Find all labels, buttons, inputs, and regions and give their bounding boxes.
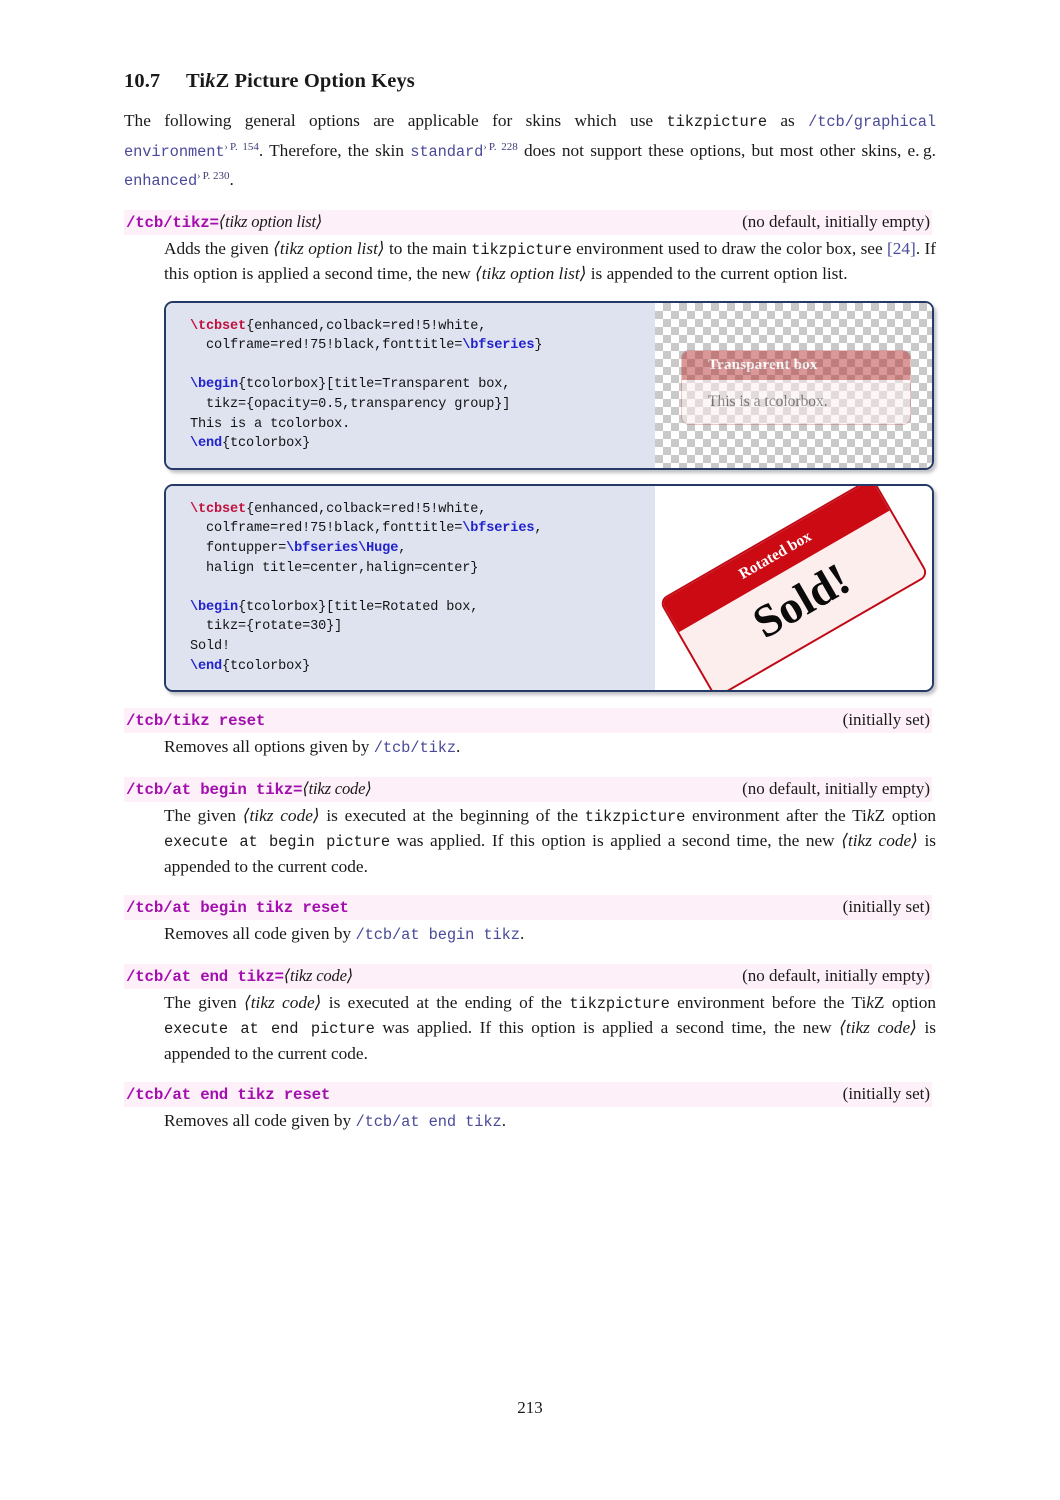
option-row-at-end-tikz-reset: /tcb/at end tikz reset (initially set) [124, 1082, 932, 1108]
option-default-tikz: (no default, initially empty) [742, 211, 930, 231]
option-desc-at-begin-tikz: The given ⟨tikz code⟩ is executed at the… [164, 805, 936, 876]
arg-tikz-option-list-1: ⟨tikz option list⟩ [273, 238, 385, 258]
page-content: 10.7 TikZ Picture Option Keys The follow… [124, 70, 936, 1135]
intro-text-2: as [766, 111, 809, 130]
tikz-logo-k: k [866, 805, 875, 825]
example-result-panel: Rotated box Sold! [655, 485, 932, 691]
option-key-at-begin-tikz[interactable]: /tcb/at begin tikz=⟨tikz code⟩ [126, 779, 372, 799]
arg-tikz-code-2: ⟨tikz code⟩ [839, 1018, 917, 1038]
arg-tikz-code-1: ⟨tikz code⟩ [242, 805, 320, 825]
arg-tikz-code-1: ⟨tikz code⟩ [243, 992, 322, 1012]
code-tikzpicture: tikzpicture [471, 240, 572, 259]
example-code-panel: \tcbset{enhanced,colback=red!5!white, co… [166, 302, 655, 468]
intro-text-1: The following general options are applic… [124, 111, 667, 130]
option-row-at-begin-tikz-reset: /tcb/at begin tikz reset (initially set) [124, 895, 932, 921]
option-desc-tikz: Adds the given ⟨tikz option list⟩ to the… [164, 238, 937, 284]
section-title: TikZ Picture Option Keys [186, 70, 415, 92]
link-enhanced[interactable]: enhanced [124, 172, 197, 190]
section-number: 10.7 [124, 70, 161, 92]
example-code-panel: \tcbset{enhanced,colback=red!5!white, co… [166, 485, 655, 691]
option-default-at-end-tikz: (no default, initially empty) [742, 965, 930, 985]
citation-24[interactable]: [24] [887, 239, 916, 258]
option-default-at-begin-tikz-reset: (initially set) [842, 897, 930, 917]
example-result-panel: Transparent box This is a tcolorbox. [655, 302, 932, 468]
intro-text-4: does not support these options, but most… [517, 140, 936, 160]
intro-text-3: . Therefore, the skin [258, 140, 411, 160]
arg-tikz-option-list-2: ⟨tikz option list⟩ [475, 264, 587, 284]
code-tikzpicture: tikzpicture [569, 994, 670, 1013]
option-default-tikz-reset: (initially set) [842, 710, 930, 730]
link-tcb-at-end-tikz[interactable]: /tcb/at end tikz [356, 1113, 502, 1131]
rendered-rotated-tcolorbox: Rotated box Sold! [657, 485, 930, 691]
rendered-transparent-tcolorbox: Transparent box This is a tcolorbox. [681, 349, 911, 425]
link-tcb-tikz[interactable]: /tcb/tikz [374, 739, 456, 757]
option-desc-at-end-tikz: The given ⟨tikz code⟩ is executed at the… [164, 992, 936, 1063]
intro-text-5: . [229, 170, 234, 190]
page-ref-154[interactable]: › P. 154 [225, 141, 259, 153]
option-row-at-begin-tikz: /tcb/at begin tikz=⟨tikz code⟩ (no defau… [124, 776, 932, 802]
tikz-logo-k: k [866, 992, 874, 1012]
page-number: 213 [517, 1398, 543, 1417]
code-execute-at-end-picture: execute at end picture [164, 1020, 375, 1039]
example-code-listing: \tcbset{enhanced,colback=red!5!white, co… [190, 318, 543, 452]
example-box-rotated: \tcbset{enhanced,colback=red!5!white, co… [164, 483, 934, 693]
option-key-at-begin-tikz-reset[interactable]: /tcb/at begin tikz reset [126, 899, 349, 917]
tcolorbox-body: This is a tcolorbox. [682, 379, 910, 424]
example-code-listing: \tcbset{enhanced,colback=red!5!white, co… [190, 501, 543, 674]
code-execute-at-begin-picture: execute at begin picture [164, 833, 391, 852]
example-box-transparent: \tcbset{enhanced,colback=red!5!white, co… [164, 300, 934, 470]
option-desc-at-begin-tikz-reset: Removes all code given by /tcb/at begin … [164, 924, 525, 945]
option-desc-at-end-tikz-reset: Removes all code given by /tcb/at end ti… [164, 1111, 507, 1132]
arg-tikz-code-2: ⟨tikz code⟩ [841, 831, 918, 851]
intro-code-tikzpicture: tikzpicture [666, 113, 767, 131]
option-row-at-end-tikz: /tcb/at end tikz=⟨tikz code⟩ (no default… [124, 963, 932, 989]
rotated-wrapper: Rotated box Sold! [657, 485, 930, 691]
document-page: 10.7 TikZ Picture Option Keys The follow… [0, 0, 1060, 1500]
page-ref-230[interactable]: › P. 230 [197, 170, 229, 182]
intro-paragraph: The following general options are applic… [124, 109, 936, 194]
option-key-tikz[interactable]: /tcb/tikz=⟨tikz option list⟩ [126, 212, 322, 232]
section-heading: 10.7 TikZ Picture Option Keys [124, 70, 936, 93]
option-desc-tikz-reset: Removes all options given by /tcb/tikz. [164, 737, 461, 758]
code-tikzpicture: tikzpicture [584, 807, 686, 826]
tcolorbox-title: Transparent box [682, 350, 910, 380]
link-tcb-at-begin-tikz[interactable]: /tcb/at begin tikz [356, 926, 521, 944]
link-standard[interactable]: standard [410, 143, 483, 161]
option-default-at-begin-tikz: (no default, initially empty) [742, 778, 930, 798]
option-row-tikz: /tcb/tikz=⟨tikz option list⟩ (no default… [124, 209, 932, 235]
page-ref-228[interactable]: › P. 228 [483, 141, 517, 153]
option-key-at-end-tikz-reset[interactable]: /tcb/at end tikz reset [126, 1086, 330, 1104]
option-key-tikz-reset[interactable]: /tcb/tikz reset [126, 712, 265, 730]
option-key-at-end-tikz[interactable]: /tcb/at end tikz=⟨tikz code⟩ [126, 966, 353, 986]
option-default-at-end-tikz-reset: (initially set) [842, 1084, 930, 1104]
option-row-tikz-reset: /tcb/tikz reset (initially set) [124, 708, 932, 734]
